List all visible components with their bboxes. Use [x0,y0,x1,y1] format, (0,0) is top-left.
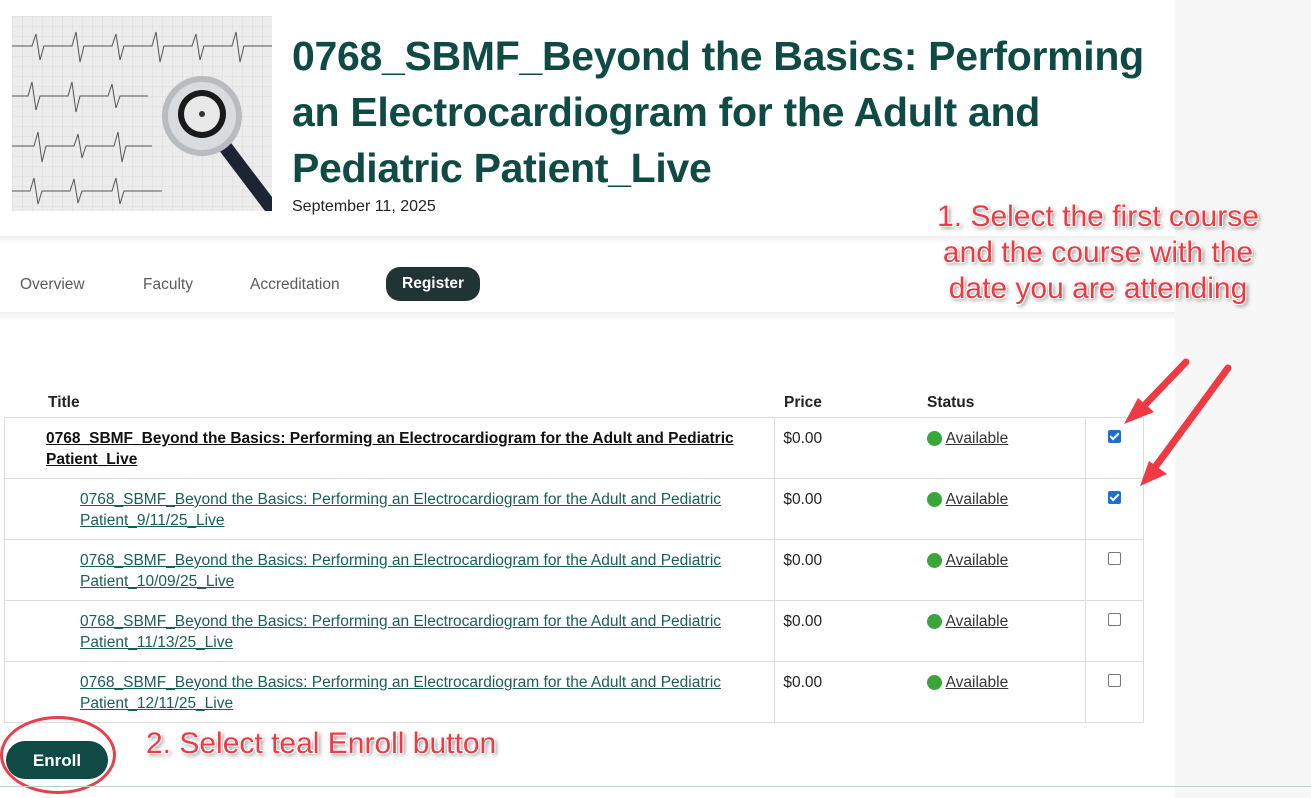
course-title-link[interactable]: 0768_SBMF_Beyond the Basics: Performing … [13,672,766,714]
course-title-link[interactable]: 0768_SBMF_Beyond the Basics: Performing … [13,428,766,470]
status-link[interactable]: Available [946,428,1009,449]
tabs-divider [0,312,1175,320]
select-checkbox[interactable] [1107,552,1121,565]
annotation-step-2: 2. Select teal Enroll button [146,727,497,760]
select-checkbox[interactable] [1107,430,1121,443]
course-image [12,16,272,211]
status-link[interactable]: Available [946,611,1009,632]
select-checkbox[interactable] [1107,613,1121,626]
course-price: $0.00 [783,491,823,508]
status-dot-icon [926,431,942,446]
course-price: $0.00 [783,552,823,569]
course-title-link[interactable]: 0768_SBMF_Beyond the Basics: Performing … [13,550,766,592]
status-link[interactable]: Available [946,672,1009,693]
table-row: 0768_SBMF_Beyond the Basics: Performing … [3,478,1145,540]
tab-overview[interactable]: Overview [20,268,85,302]
status-link[interactable]: Available [946,550,1009,571]
course-date: September 11, 2025 [292,198,436,215]
table-row: 0768_SBMF_Beyond the Basics: Performing … [3,539,1145,601]
table-row: 0768_SBMF_Beyond the Basics: Performing … [3,417,1145,479]
course-price: $0.00 [783,613,823,630]
column-header-status: Status [927,394,975,411]
tab-register[interactable]: Register [386,267,481,301]
course-title-link[interactable]: 0768_SBMF_Beyond the Basics: Performing … [13,611,766,653]
status-dot-icon [926,492,942,507]
tab-faculty[interactable]: Faculty [143,268,193,302]
table-row: 0768_SBMF_Beyond the Basics: Performing … [3,600,1145,662]
course-table: 0768_SBMF_Beyond the Basics: Performing … [3,417,1145,723]
status-dot-icon [926,553,942,568]
course-title-link[interactable]: 0768_SBMF_Beyond the Basics: Performing … [13,489,766,531]
page-title: 0768_SBMF_Beyond the Basics: Performing … [292,33,1144,191]
footer-divider [0,786,1311,787]
annotation-circle [0,716,116,794]
tab-accreditation[interactable]: Accreditation [250,268,340,302]
annotation-step-1: 1. Select the first course and the cours… [937,200,1259,305]
right-margin [1175,0,1311,798]
status-dot-icon [926,675,942,690]
status-link[interactable]: Available [946,489,1009,510]
column-header-title: Title [48,394,80,411]
status-dot-icon [926,614,942,629]
select-checkbox[interactable] [1107,674,1121,687]
column-header-price: Price [784,394,822,411]
table-row: 0768_SBMF_Beyond the Basics: Performing … [3,661,1145,723]
course-price: $0.00 [783,674,823,691]
ecg-stethoscope-image [12,16,272,211]
course-price: $0.00 [783,430,823,447]
select-checkbox[interactable] [1107,491,1121,504]
